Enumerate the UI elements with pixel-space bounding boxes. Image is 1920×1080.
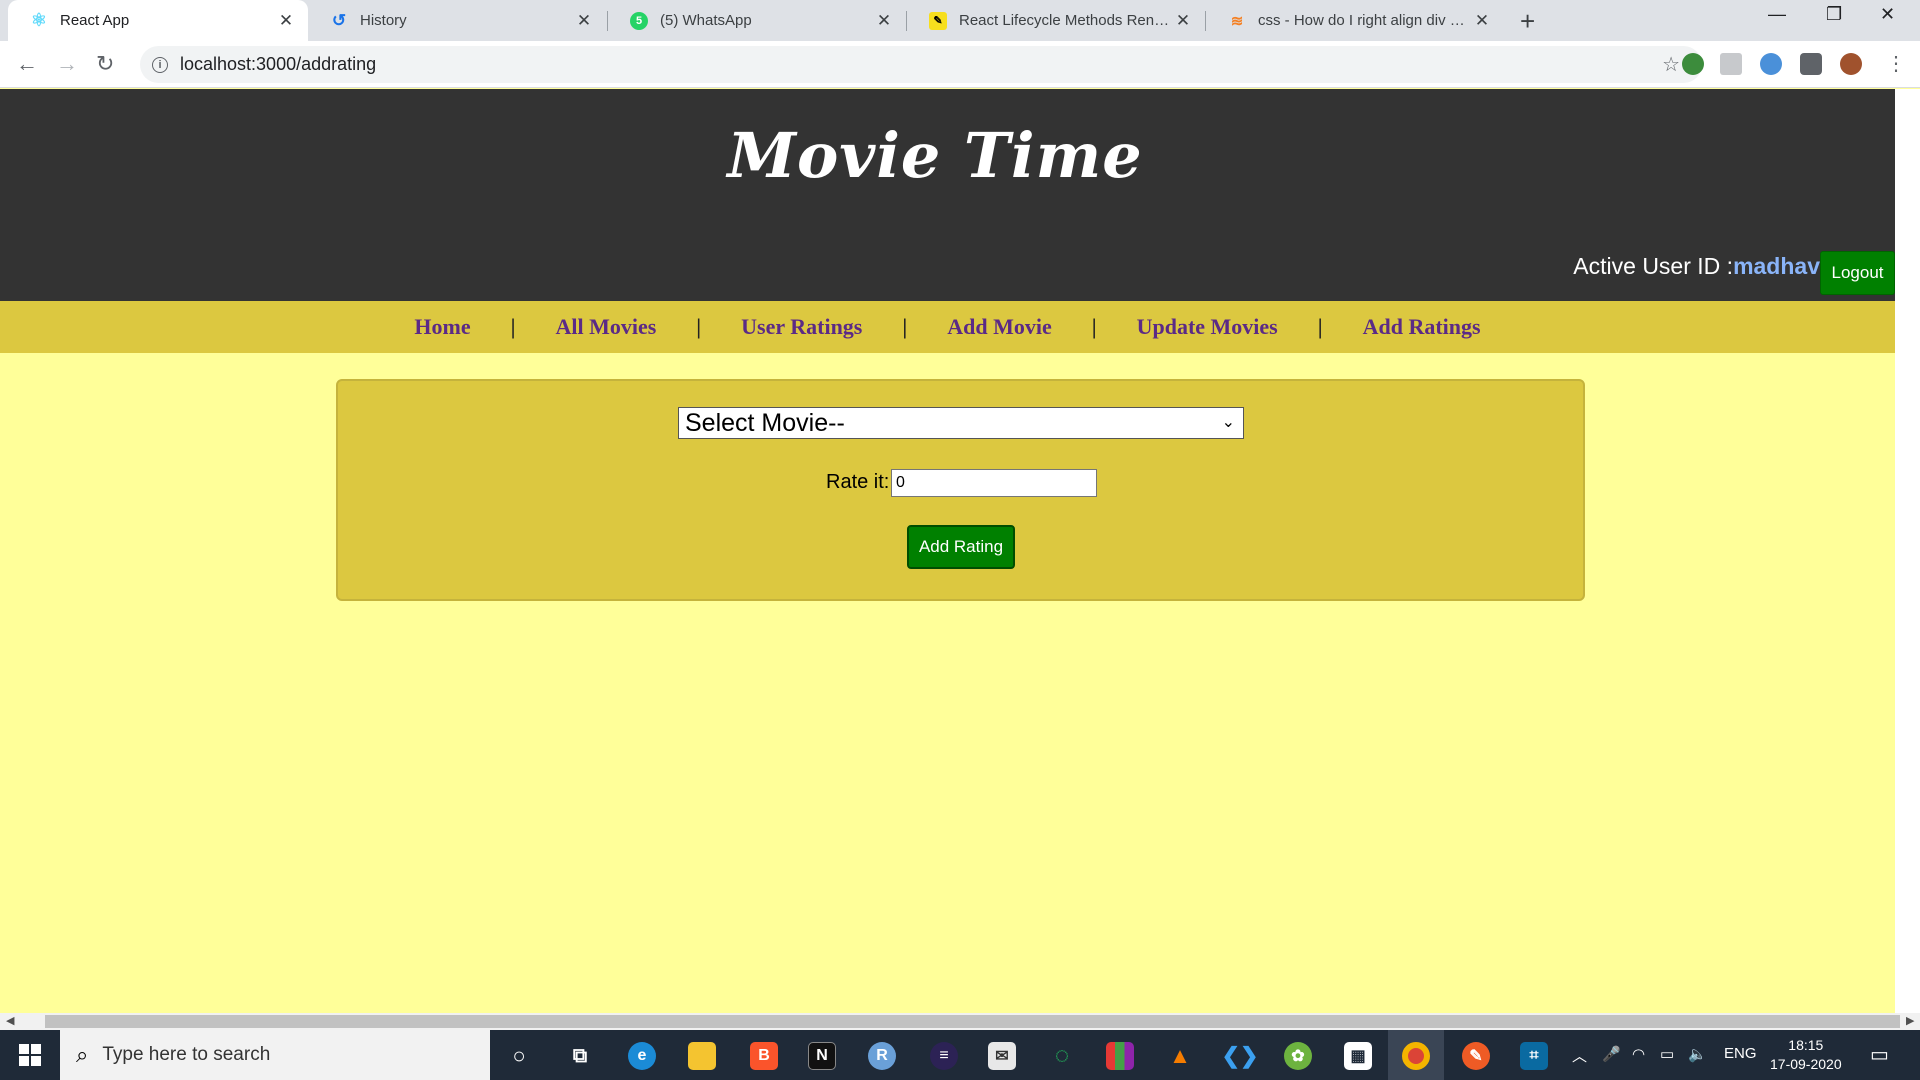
url-text: localhost:3000/addrating (180, 54, 377, 74)
whatsapp-icon: 5 (630, 11, 648, 30)
chrome-icon[interactable] (1402, 1042, 1430, 1070)
microphone-icon[interactable]: 🎤 (1602, 1045, 1621, 1063)
nav-update-movies[interactable]: Update Movies (1097, 314, 1318, 340)
vscode-icon[interactable]: ❮❯ (1222, 1042, 1259, 1070)
restore-button[interactable]: ❐ (1826, 4, 1842, 25)
clock-date: 17-09-2020 (1770, 1056, 1842, 1072)
extensions-puzzle-icon[interactable] (1800, 53, 1822, 75)
vertical-scroll-gutter (1895, 89, 1920, 1013)
nav-add-ratings[interactable]: Add Ratings (1323, 314, 1521, 340)
windows-taskbar: ⌕ Type here to search ○ ⧉ e B N R ≡ ✉ ◌ … (0, 1030, 1920, 1080)
nav-add-movie[interactable]: Add Movie (907, 314, 1092, 340)
active-user: Active User ID :madhav (1573, 253, 1820, 280)
eclipse-icon[interactable]: ≡ (930, 1042, 958, 1070)
tab-title: React Lifecycle Methods Render / (959, 12, 1173, 29)
nav-home[interactable]: Home (374, 314, 510, 340)
scroll-left-arrow-icon[interactable]: ◀ (6, 1014, 14, 1027)
add-rating-button[interactable]: Add Rating (907, 525, 1015, 569)
tab-react-app[interactable]: ⚛ React App ✕ (8, 0, 308, 41)
tab-history[interactable]: ↺ History ✕ (308, 0, 606, 41)
new-tab-button[interactable]: + (1520, 6, 1535, 37)
volume-icon[interactable]: 🔈 (1688, 1045, 1707, 1063)
edge-icon[interactable]: e (628, 1042, 656, 1070)
winrar-icon[interactable] (1106, 1042, 1134, 1070)
brave-icon[interactable]: B (750, 1042, 778, 1070)
history-icon: ↺ (331, 10, 347, 30)
close-window-button[interactable]: ✕ (1880, 4, 1895, 25)
postman-icon[interactable]: ✎ (1462, 1042, 1490, 1070)
forward-button[interactable]: → (56, 51, 78, 77)
extension-globe-icon[interactable] (1682, 53, 1704, 75)
add-rating-form: Select Movie-- ⌄ Rate it: 0 Add Rating (336, 379, 1585, 601)
address-bar[interactable]: i localhost:3000/addrating ☆ (140, 46, 1702, 83)
store-icon[interactable]: ▦ (1344, 1042, 1372, 1070)
movie-select-value: Select Movie-- (685, 408, 845, 437)
profile-avatar[interactable] (1840, 53, 1862, 75)
movie-select[interactable]: Select Movie-- ⌄ (678, 407, 1244, 439)
taskbar-search[interactable]: ⌕ Type here to search (60, 1030, 490, 1080)
wifi-icon[interactable]: ◠ (1632, 1045, 1645, 1063)
brand-title: Movie Time (727, 119, 1143, 192)
tab-title: History (360, 12, 407, 29)
file-explorer-icon[interactable] (688, 1042, 716, 1070)
nav-all-movies[interactable]: All Movies (515, 314, 696, 340)
cortana-icon[interactable]: ○ (505, 1042, 533, 1070)
r-icon[interactable]: R (868, 1042, 896, 1070)
tab-title: css - How do I right align div eler (1258, 12, 1472, 29)
logout-button[interactable]: Logout (1820, 251, 1895, 295)
close-icon[interactable]: ✕ (1472, 11, 1492, 31)
reload-button[interactable]: ↻ (96, 51, 114, 77)
notion-icon[interactable]: N (808, 1042, 836, 1070)
language-indicator[interactable]: ENG (1724, 1045, 1757, 1062)
close-icon[interactable]: ✕ (276, 11, 296, 31)
scroll-thumb[interactable] (45, 1015, 1900, 1028)
app-header: Movie Time Active User ID :madhav Logout (0, 89, 1895, 301)
vlc-icon[interactable]: ▲ (1166, 1042, 1194, 1070)
start-button[interactable] (0, 1030, 60, 1080)
horizontal-scrollbar[interactable]: ◀ ▶ (0, 1013, 1920, 1030)
rating-input[interactable]: 0 (891, 469, 1097, 497)
main-nav: Home | All Movies | User Ratings | Add M… (0, 301, 1895, 353)
mysql-workbench-icon[interactable]: ⌗ (1520, 1042, 1548, 1070)
back-button[interactable]: ← (16, 51, 38, 77)
notification-icon[interactable]: ▭ (1870, 1042, 1889, 1067)
active-user-label: Active User ID : (1573, 253, 1734, 279)
scroll-right-arrow-icon[interactable]: ▶ (1906, 1014, 1914, 1027)
tab-stackoverflow[interactable]: ≋ css - How do I right align div eler ✕ (1206, 0, 1504, 41)
nav-user-ratings[interactable]: User Ratings (701, 314, 902, 340)
chevron-down-icon: ⌄ (1221, 414, 1235, 431)
active-user-id: madhav (1733, 253, 1820, 279)
close-icon[interactable]: ✕ (874, 11, 894, 31)
clock-time: 18:15 (1788, 1037, 1824, 1053)
minimize-button[interactable]: — (1768, 4, 1786, 25)
menu-dots-icon[interactable]: ⋮ (1886, 51, 1906, 76)
spring-icon[interactable]: ✿ (1284, 1042, 1312, 1070)
close-icon[interactable]: ✕ (1173, 11, 1193, 31)
mail-icon[interactable]: ✉ (988, 1042, 1016, 1070)
extension-sync-icon[interactable] (1760, 53, 1782, 75)
stackoverflow-icon: ≋ (1230, 12, 1244, 30)
task-view-icon[interactable]: ⧉ (566, 1042, 594, 1070)
battery-icon[interactable]: ▭ (1660, 1045, 1674, 1063)
close-icon[interactable]: ✕ (574, 11, 594, 31)
tab-title: React App (60, 12, 130, 29)
rate-label: Rate it: (826, 471, 890, 493)
info-icon[interactable]: i (152, 56, 168, 73)
extension-copy-icon[interactable] (1720, 53, 1742, 75)
tab-whatsapp[interactable]: 5 (5) WhatsApp ✕ (608, 0, 906, 41)
search-placeholder: Type here to search (102, 1044, 271, 1065)
tab-react-lifecycle[interactable]: ✎ React Lifecycle Methods Render / ✕ (907, 0, 1205, 41)
page-viewport: Movie Time Active User ID :madhav Logout… (0, 89, 1895, 1013)
bookmark-star-icon[interactable]: ☆ (1662, 52, 1680, 77)
react-icon: ⚛ (30, 10, 48, 30)
tab-title: (5) WhatsApp (660, 12, 752, 29)
tray-chevron-up-icon[interactable]: ︿ (1572, 1045, 1587, 1066)
system-clock[interactable]: 18:15 17-09-2020 (1770, 1036, 1842, 1074)
browser-toolbar: ← → ↻ i localhost:3000/addrating ☆ ⋮ (0, 41, 1920, 88)
search-icon: ⌕ (76, 1042, 89, 1067)
windows-logo-icon (19, 1044, 41, 1066)
refresh-app-icon[interactable]: ◌ (1048, 1042, 1076, 1070)
browser-tab-strip: ⚛ React App ✕ ↺ History ✕ 5 (5) WhatsApp… (0, 0, 1920, 41)
pen-icon: ✎ (929, 11, 947, 30)
